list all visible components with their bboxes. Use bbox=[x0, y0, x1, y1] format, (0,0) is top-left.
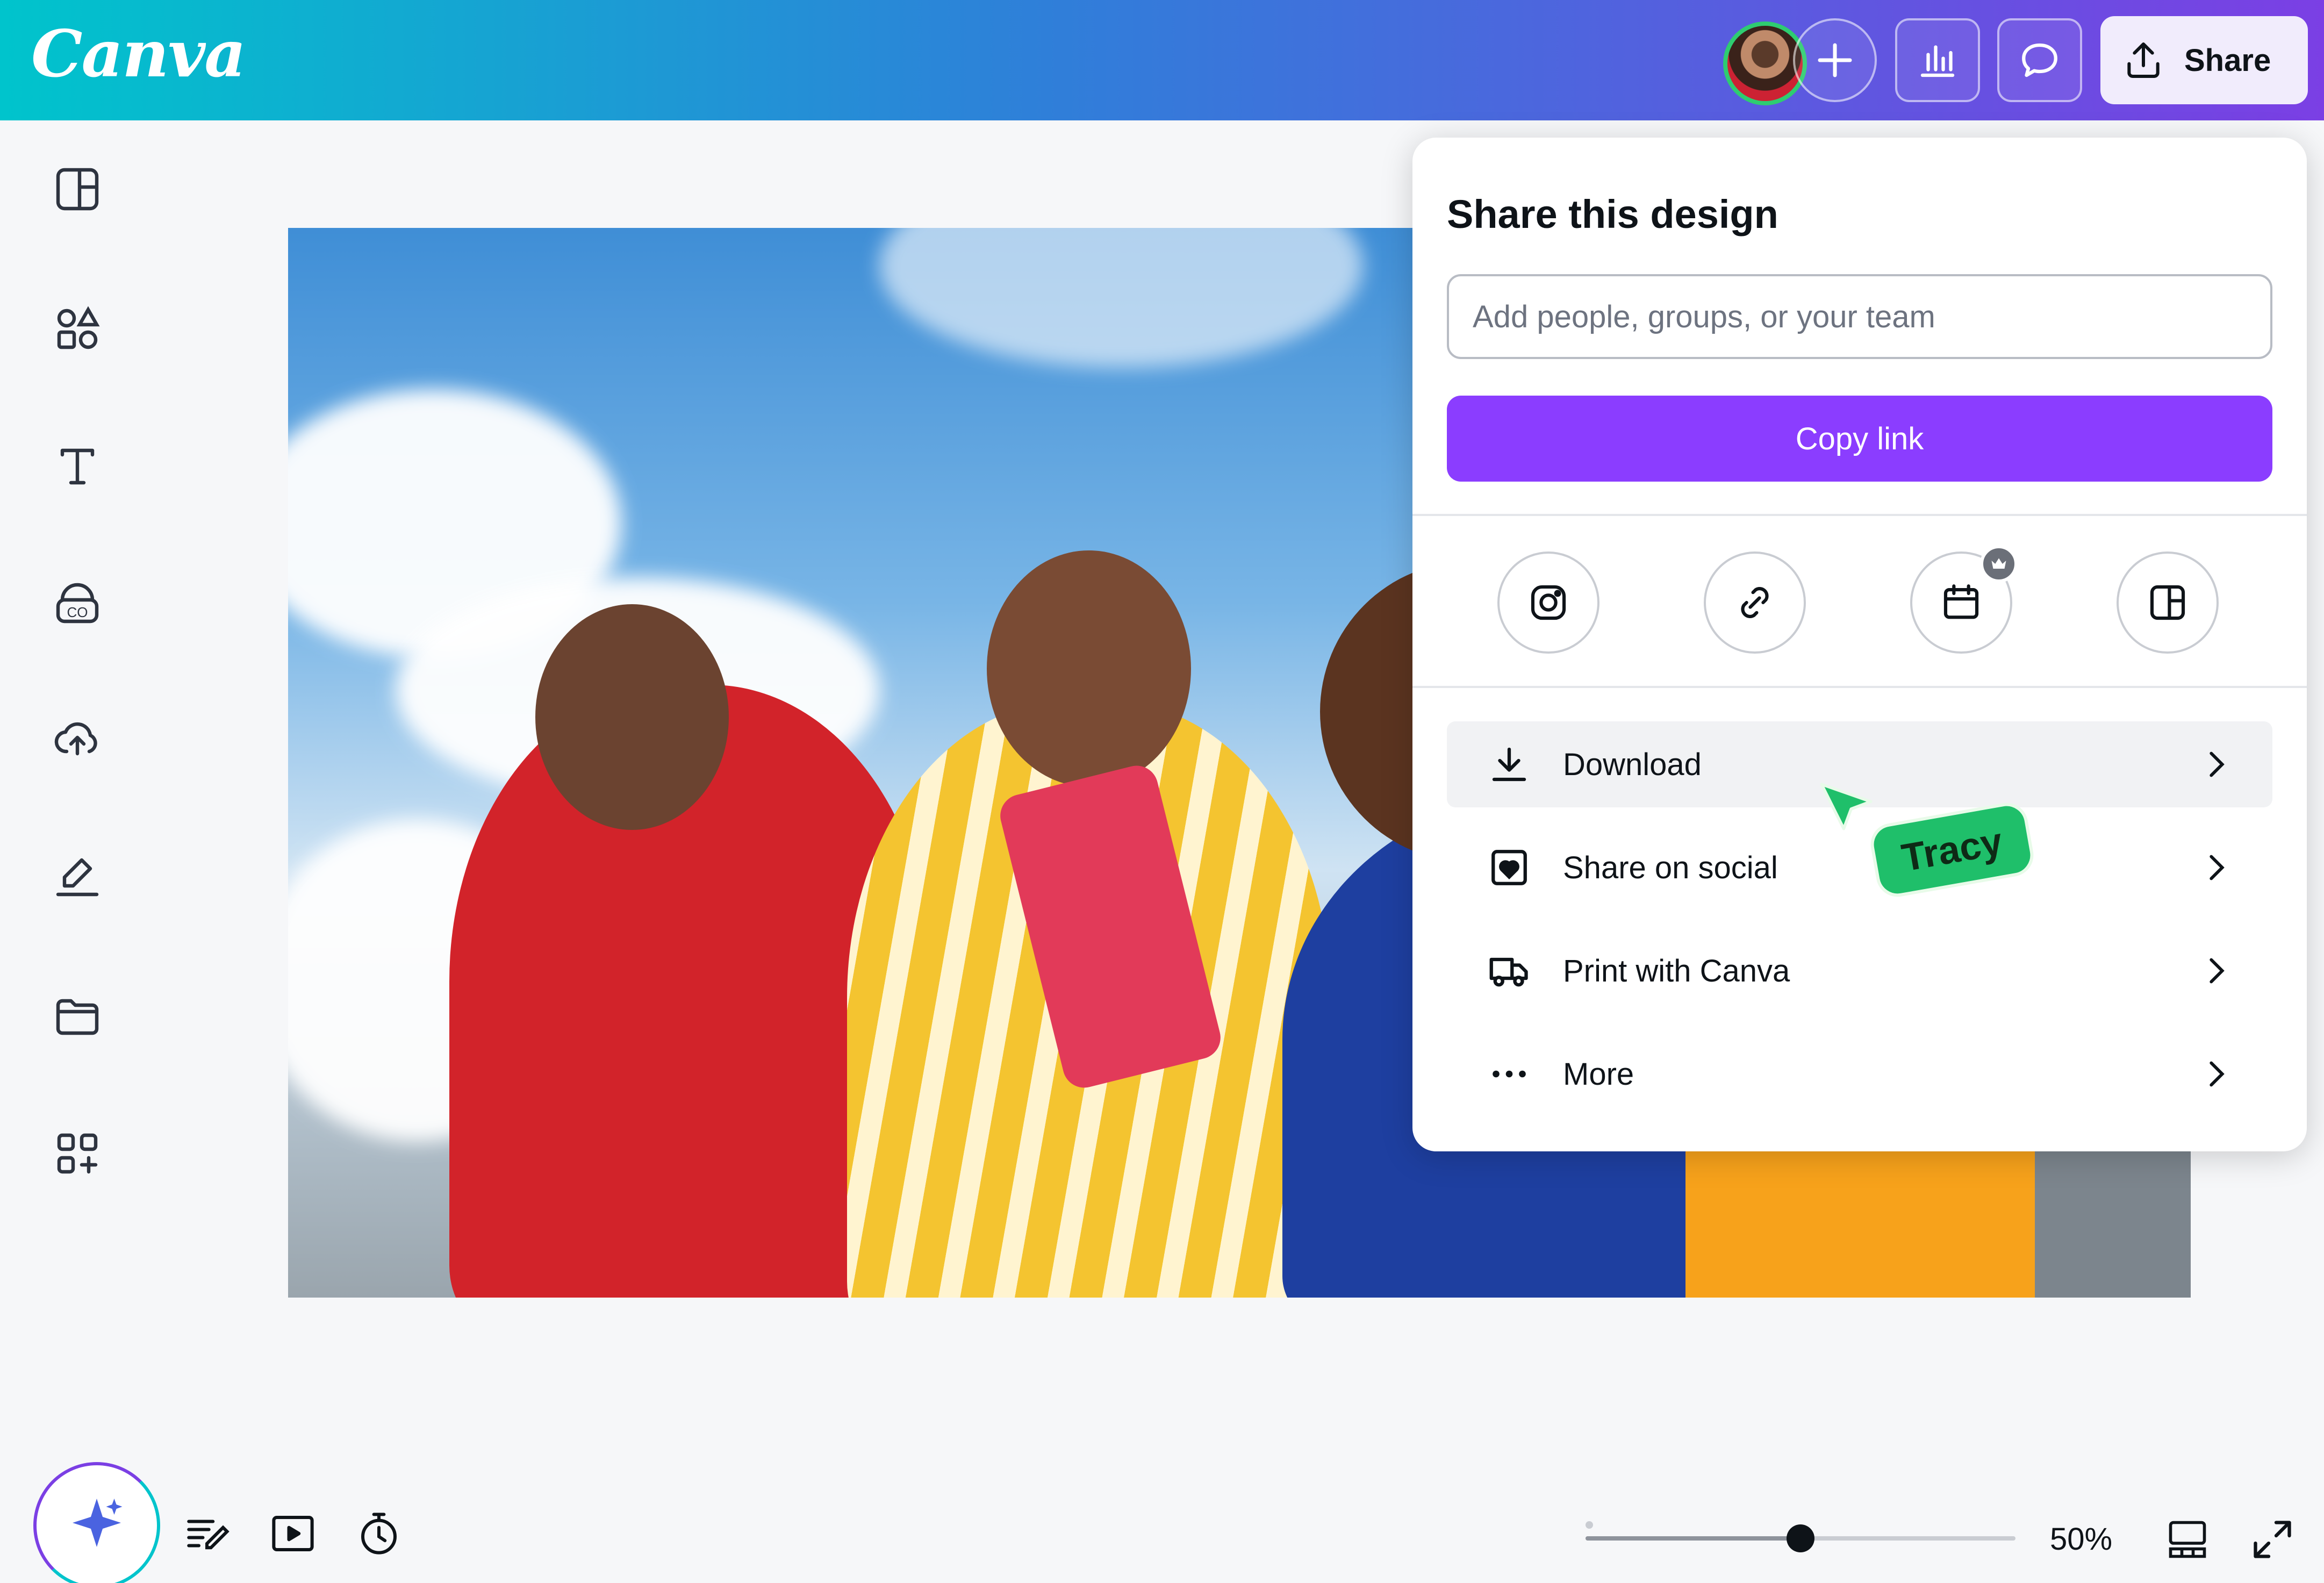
more-icon bbox=[1493, 1070, 1526, 1078]
zoom-level[interactable]: 50% bbox=[2050, 1521, 2112, 1557]
svg-text:CO: CO bbox=[67, 604, 88, 620]
link-icon bbox=[1741, 587, 1769, 618]
chevron-right-icon bbox=[2210, 855, 2225, 880]
truck-icon bbox=[1489, 957, 1528, 987]
divider bbox=[1412, 514, 2307, 516]
crown-badge bbox=[1980, 545, 2018, 583]
public-link-button[interactable] bbox=[1704, 551, 1806, 654]
upload-icon bbox=[2127, 42, 2160, 78]
draw-icon[interactable] bbox=[52, 851, 103, 903]
divider bbox=[1412, 686, 2307, 688]
elements-icon[interactable] bbox=[52, 303, 103, 355]
fullscreen-icon[interactable] bbox=[2250, 1517, 2295, 1562]
timer-icon[interactable] bbox=[355, 1509, 403, 1558]
share-button[interactable]: Share bbox=[2100, 16, 2308, 104]
present-icon[interactable] bbox=[269, 1509, 317, 1558]
calendar-icon bbox=[1943, 584, 1979, 619]
chevron-right-icon bbox=[2210, 958, 2225, 984]
print-with-canva-label: Print with Canva bbox=[1563, 953, 1790, 989]
chevron-right-icon bbox=[2210, 1061, 2225, 1087]
notes-icon[interactable] bbox=[183, 1509, 231, 1558]
canva-icon bbox=[2150, 585, 2185, 620]
comment-icon bbox=[2022, 43, 2057, 77]
comments-button[interactable] bbox=[1997, 18, 2082, 102]
zoom-slider-knob[interactable] bbox=[1787, 1524, 1814, 1552]
templates-icon[interactable] bbox=[52, 163, 103, 215]
page-view-icon[interactable] bbox=[2165, 1517, 2210, 1562]
sparkle-icon bbox=[73, 1499, 123, 1547]
panel-title: Share this design bbox=[1447, 192, 1778, 237]
copy-link-button[interactable]: Copy link bbox=[1447, 396, 2272, 482]
top-bar: Canva Share bbox=[0, 0, 2324, 120]
instagram-share-button[interactable] bbox=[1497, 551, 1599, 654]
more-row[interactable]: More bbox=[1447, 1031, 2272, 1117]
add-people-input[interactable] bbox=[1447, 274, 2272, 359]
share-panel: Share this design Copy link Download Sha… bbox=[1412, 138, 2307, 1151]
projects-icon[interactable] bbox=[52, 990, 103, 1042]
canva-logo[interactable]: Canva bbox=[31, 16, 246, 92]
magic-button[interactable] bbox=[33, 1462, 160, 1583]
zoom-slider[interactable] bbox=[1586, 1524, 2015, 1552]
collaborator-cursor-icon bbox=[1820, 783, 1873, 830]
instagram-icon bbox=[1531, 585, 1566, 620]
zoom-min-dot bbox=[1586, 1521, 1593, 1529]
print-with-canva-row[interactable]: Print with Canva bbox=[1447, 928, 2272, 1014]
uploads-icon[interactable] bbox=[52, 713, 103, 764]
apps-icon[interactable] bbox=[52, 1128, 103, 1179]
bar-chart-icon bbox=[1920, 45, 1955, 77]
insights-button[interactable] bbox=[1895, 18, 1980, 102]
more-label: More bbox=[1563, 1056, 1634, 1092]
share-label: Share bbox=[2184, 42, 2271, 78]
brand-icon[interactable]: CO bbox=[52, 578, 103, 630]
chevron-right-icon bbox=[2210, 751, 2225, 777]
text-icon[interactable] bbox=[52, 440, 103, 491]
download-label: Download bbox=[1563, 747, 1702, 782]
zoom-slider-fill bbox=[1586, 1536, 1801, 1541]
plus-icon bbox=[1818, 43, 1852, 77]
heart-icon bbox=[1491, 850, 1527, 885]
add-collaborator-button[interactable] bbox=[1793, 18, 1877, 102]
crown-icon bbox=[1991, 558, 2006, 569]
download-icon bbox=[1492, 747, 1526, 782]
present-button[interactable] bbox=[2117, 551, 2219, 654]
